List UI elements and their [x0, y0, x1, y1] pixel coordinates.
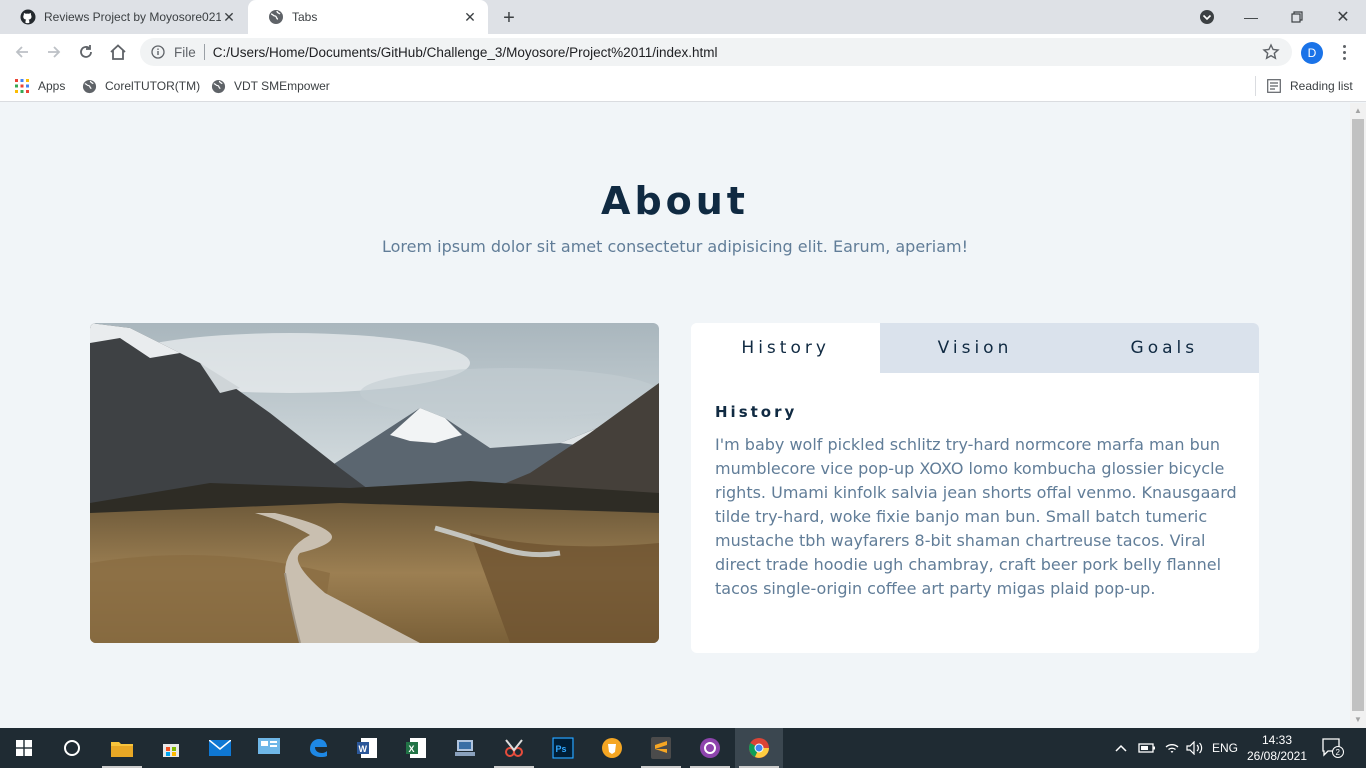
volume-icon[interactable]: [1186, 728, 1204, 768]
bookmark-star-icon[interactable]: [1262, 43, 1280, 61]
tray-chevron-up-icon[interactable]: [1114, 728, 1128, 768]
windows-start-icon[interactable]: [0, 728, 48, 768]
divider: [203, 44, 205, 60]
tab-list: History Vision Goals: [691, 323, 1259, 373]
page-viewport: About Lorem ipsum dolor sit amet consect…: [0, 103, 1350, 728]
reading-list-button[interactable]: Reading list: [1266, 76, 1353, 96]
forward-arrow-icon[interactable]: [42, 40, 66, 64]
browser-toolbar: File C:/Users/Home/Documents/GitHub/Chal…: [0, 34, 1366, 70]
github-icon: [20, 9, 36, 25]
tab-goals[interactable]: Goals: [1069, 323, 1259, 373]
browser-tab-strip: Reviews Project by Moyosore021 ✕ Tabs ✕ …: [0, 0, 1366, 34]
store-icon[interactable]: [147, 728, 195, 768]
windows-taskbar: W X Ps ENG 14:33 26/08/2021 2: [0, 728, 1366, 768]
close-icon[interactable]: ✕: [221, 9, 237, 25]
url-text[interactable]: C:/Users/Home/Documents/GitHub/Challenge…: [213, 45, 718, 60]
svg-text:X: X: [409, 744, 415, 754]
bookmark-label: CorelTUTOR(TM): [105, 79, 201, 93]
clock-time: 14:33: [1261, 733, 1293, 747]
word-icon[interactable]: W: [343, 728, 391, 768]
scrollbar-thumb[interactable]: [1352, 119, 1364, 711]
excel-icon[interactable]: X: [392, 728, 440, 768]
scroll-up-icon[interactable]: ▲: [1354, 107, 1362, 115]
svg-text:W: W: [359, 744, 368, 754]
battery-icon[interactable]: [1138, 728, 1156, 768]
sublime-text-icon[interactable]: [637, 728, 685, 768]
file-explorer-icon[interactable]: [98, 728, 146, 768]
home-icon[interactable]: [106, 40, 130, 64]
chrome-icon[interactable]: [735, 728, 783, 768]
profile-avatar[interactable]: D: [1301, 42, 1323, 64]
reading-list-icon: [1266, 78, 1282, 94]
mail-icon[interactable]: [196, 728, 244, 768]
clock-date: 26/08/2021: [1246, 749, 1308, 763]
svg-text:Ps: Ps: [556, 744, 567, 754]
tabs-card: History Vision Goals History I'm baby wo…: [691, 323, 1259, 653]
github-desktop-icon[interactable]: [686, 728, 734, 768]
tab-vision[interactable]: Vision: [880, 323, 1070, 373]
language-indicator[interactable]: ENG: [1212, 728, 1238, 768]
wifi-icon[interactable]: [1164, 728, 1180, 768]
control-panel-icon[interactable]: [245, 728, 293, 768]
apps-grid-icon: [14, 78, 30, 94]
globe-icon: [210, 78, 226, 94]
close-icon[interactable]: ✕: [462, 9, 478, 25]
network-computer-icon[interactable]: [441, 728, 489, 768]
minimize-icon[interactable]: —: [1228, 0, 1274, 34]
tab-content-text: I'm baby wolf pickled schlitz try-hard n…: [715, 435, 1237, 598]
divider: [1255, 76, 1256, 96]
browser-tab-title: Tabs: [292, 10, 318, 24]
bookmark-coreltutor[interactable]: CorelTUTOR(TM): [81, 76, 200, 96]
window-close-icon[interactable]: ✕: [1320, 0, 1366, 34]
tab-history[interactable]: History: [691, 323, 881, 373]
globe-icon: [81, 78, 97, 94]
reading-list-label: Reading list: [1290, 79, 1353, 93]
browser-tab-tabs[interactable]: Tabs ✕: [248, 0, 488, 34]
browser-tab-reviews[interactable]: Reviews Project by Moyosore021 ✕: [0, 0, 247, 34]
restore-icon[interactable]: [1274, 0, 1320, 34]
more-menu-icon[interactable]: [1336, 42, 1352, 62]
url-scheme: File: [174, 44, 196, 60]
brave-browser-icon[interactable]: [588, 728, 636, 768]
search-circle-icon[interactable]: [48, 728, 96, 768]
scroll-down-icon[interactable]: ▼: [1354, 716, 1362, 724]
tab-content-heading: History: [715, 403, 798, 421]
new-tab-button[interactable]: +: [498, 7, 520, 29]
bookmark-apps[interactable]: Apps: [14, 76, 65, 96]
photoshop-icon[interactable]: Ps: [539, 728, 587, 768]
browser-tab-title: Reviews Project by Moyosore021: [44, 10, 221, 24]
globe-icon: [268, 9, 284, 25]
edge-icon[interactable]: [294, 728, 342, 768]
page-title: About: [601, 179, 749, 223]
bookmark-label: Apps: [38, 79, 66, 93]
notification-center-icon[interactable]: 2: [1322, 738, 1344, 758]
system-clock[interactable]: 14:33 26/08/2021: [1246, 732, 1308, 764]
info-icon[interactable]: [150, 44, 166, 60]
bookmark-label: VDT SMEmpower: [234, 79, 330, 93]
page-scrollbar[interactable]: ▲ ▼: [1350, 103, 1366, 728]
bookmarks-bar: Apps CorelTUTOR(TM) VDT SMEmpower Readin…: [0, 70, 1366, 102]
back-arrow-icon[interactable]: [10, 40, 34, 64]
address-bar[interactable]: File C:/Users/Home/Documents/GitHub/Chal…: [140, 38, 1292, 66]
reload-icon[interactable]: [74, 40, 98, 64]
page-subtitle: Lorem ipsum dolor sit amet consectetur a…: [381, 237, 968, 256]
bookmark-vdt-smempower[interactable]: VDT SMEmpower: [210, 76, 330, 96]
notification-count: 2: [1336, 748, 1341, 757]
snipping-tool-icon[interactable]: [490, 728, 538, 768]
tab-search-icon[interactable]: [1198, 8, 1216, 26]
hero-image-mountain-boardwalk: [90, 323, 659, 643]
